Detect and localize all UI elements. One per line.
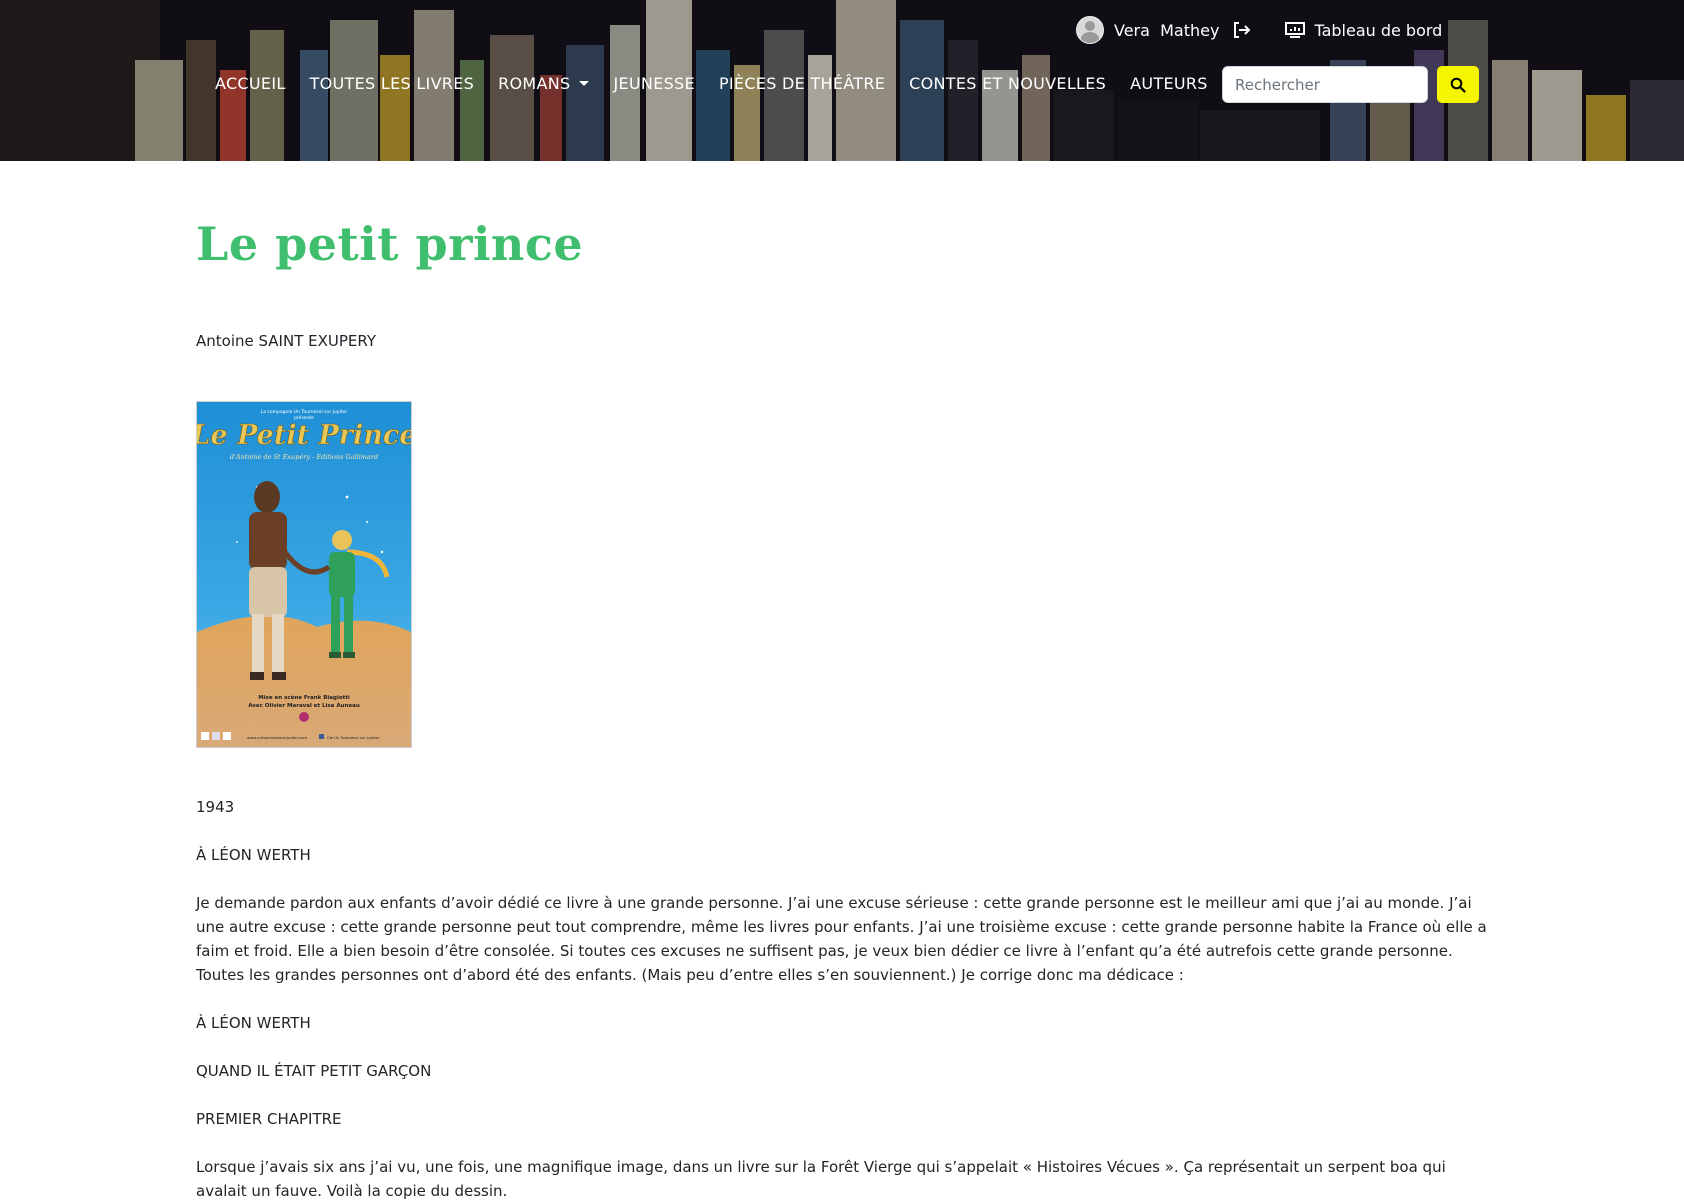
nav-romans-dropdown[interactable]: Romans	[498, 74, 590, 93]
book-title: Le petit prince	[196, 217, 584, 271]
dedication-subheading: QUAND IL ÉTAIT PETIT GARÇON	[196, 1062, 432, 1080]
nav-auteurs[interactable]: Auteurs	[1130, 74, 1208, 93]
book-cover-image: La compagnie Un Tournesol sur Jupiter pr…	[196, 401, 412, 748]
nav-pieces-de-theatre[interactable]: Pièces de théâtre	[719, 74, 885, 93]
nav-contes-et-nouvelles[interactable]: Contes et nouvelles	[909, 74, 1106, 93]
chapter-text: Lorsque j’avais six ans j’ai vu, une foi…	[196, 1158, 1446, 1200]
cover-title: Le Petit Prince	[197, 420, 411, 451]
cover-facebook: Cie Un Tournesol sur Jupiter	[327, 735, 380, 740]
search-form	[1222, 66, 1479, 103]
search-input[interactable]	[1222, 66, 1428, 103]
cover-subtitle: d'Antoine de St Exupéry - Editions Galli…	[230, 453, 378, 461]
dashboard-link[interactable]: Tableau de bord	[1285, 21, 1442, 40]
logout-icon[interactable]	[1231, 20, 1251, 40]
cover-top-line: La compagnie Un Tournesol sur Jupiter	[261, 409, 348, 415]
dedication-heading-2: À LÉON WERTH	[196, 1014, 311, 1032]
user-avatar-icon[interactable]	[1076, 16, 1104, 44]
search-icon	[1450, 77, 1466, 93]
dedication-text: Je demande pardon aux enfants d’avoir dé…	[196, 894, 1487, 984]
search-button[interactable]	[1437, 66, 1479, 103]
nav-accueil[interactable]: Accueil	[215, 74, 286, 93]
nav-romans-label: Romans	[498, 74, 571, 93]
site-header: Vera Mathey Tableau de bord Accueil Tout…	[0, 0, 1684, 161]
user-bar: Vera Mathey Tableau de bord	[1076, 16, 1442, 44]
cover-credits-1: Mise en scène Frank Biagiotti	[258, 694, 350, 701]
chapter-heading: PREMIER CHAPITRE	[196, 1110, 342, 1128]
dashboard-label: Tableau de bord	[1314, 20, 1443, 40]
dedication-heading: À LÉON WERTH	[196, 846, 311, 864]
cover-credits-2: Avec Olivier Maraval et Lisa Auneau	[248, 703, 360, 709]
nav-toutes-les-livres[interactable]: Toutes les livres	[310, 74, 475, 93]
main-nav: Accueil Toutes les livres Romans Jeuness…	[215, 74, 1232, 93]
chevron-down-icon	[579, 81, 590, 86]
cover-website: www.untournesolsurjupiter.com	[247, 735, 307, 740]
nav-jeunesse[interactable]: Jeunesse	[613, 74, 694, 93]
dashboard-icon	[1285, 22, 1306, 38]
book-author: Antoine SAINT EXUPERY	[196, 332, 377, 350]
book-year: 1943	[196, 798, 235, 816]
user-name-link[interactable]: Vera Mathey	[1114, 21, 1219, 40]
